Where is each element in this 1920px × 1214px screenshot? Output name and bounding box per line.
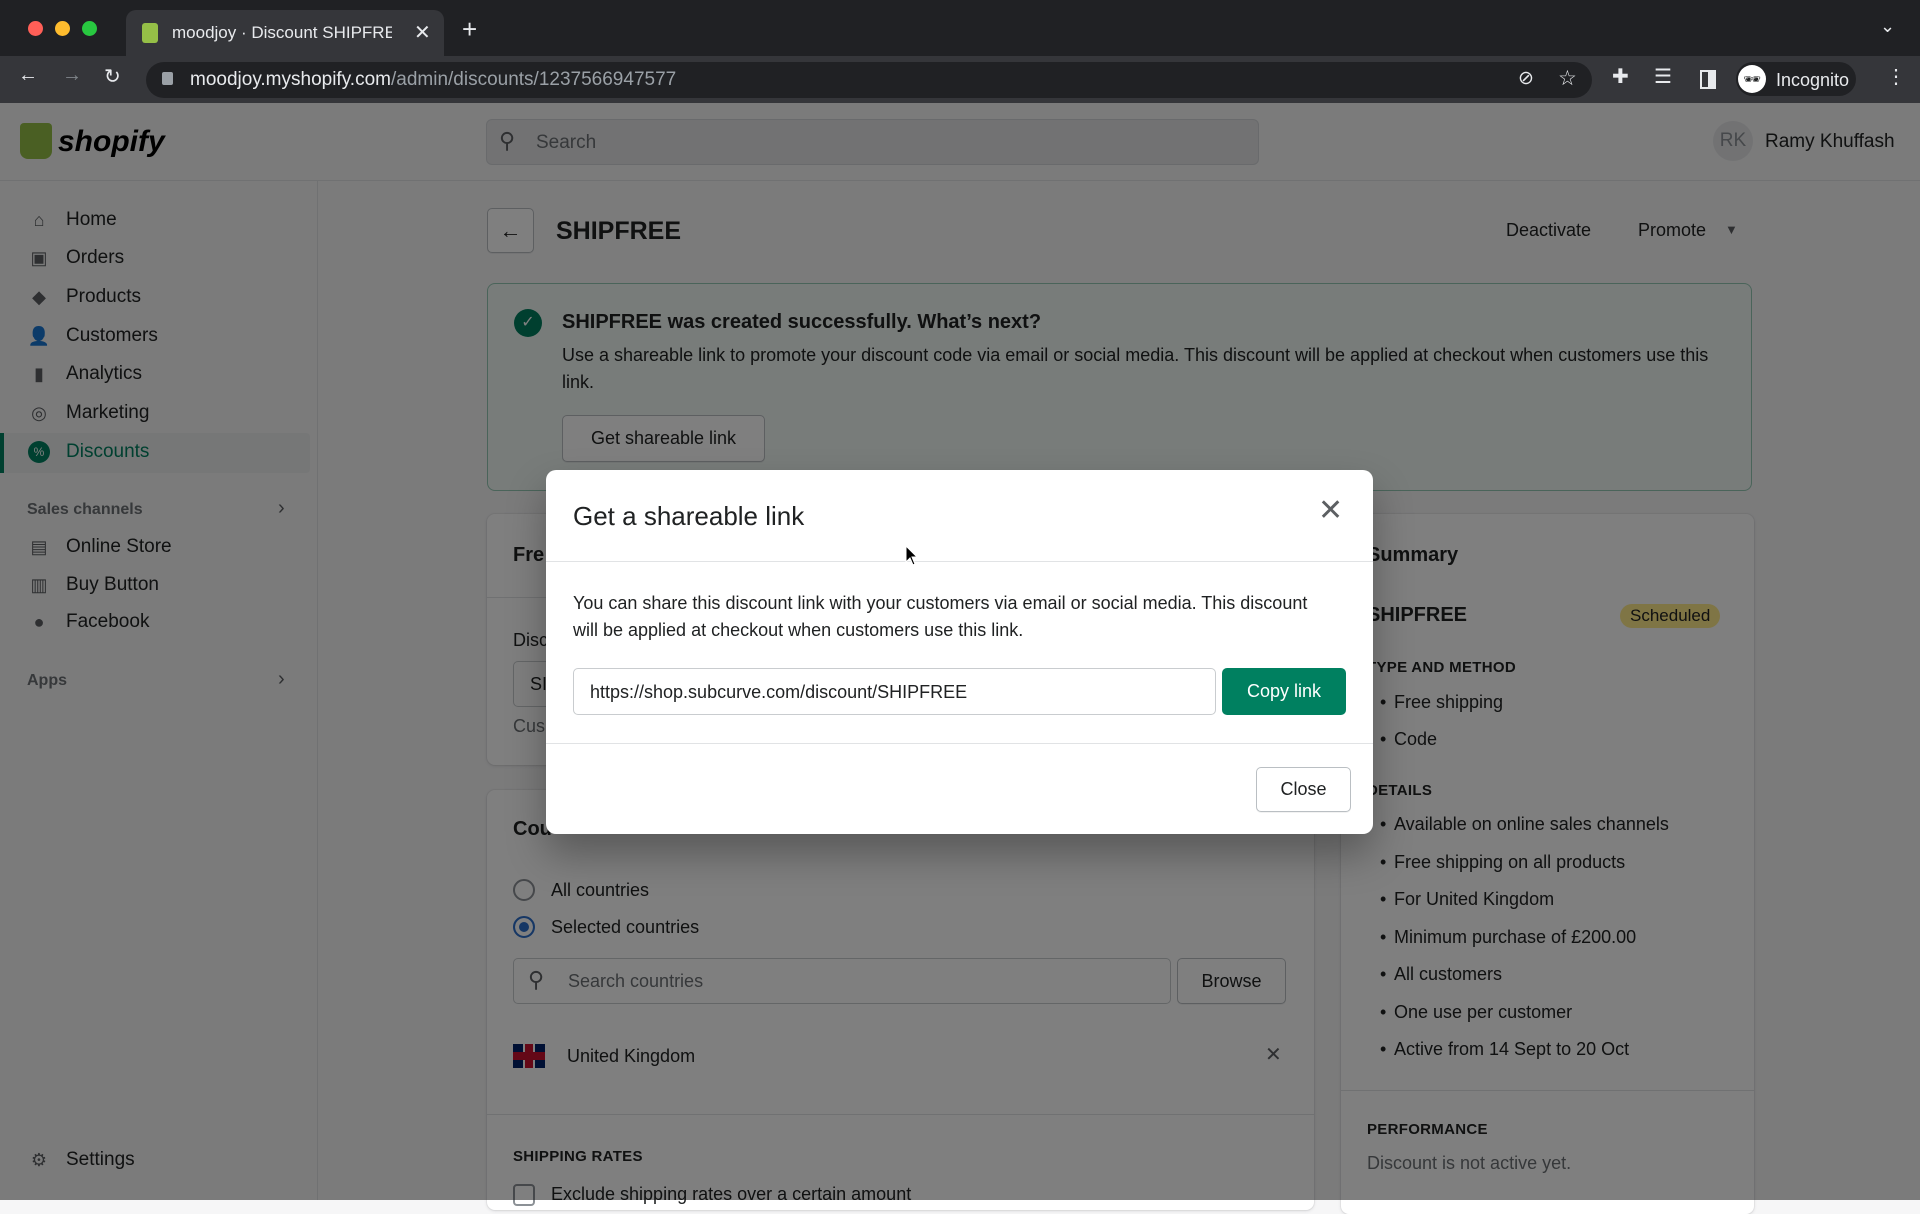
shareable-link-modal: Get a shareable link ✕ You can share thi… xyxy=(546,470,1373,834)
new-tab-icon[interactable]: + xyxy=(462,14,477,45)
maximize-window-button[interactable] xyxy=(82,21,97,36)
browser-tab[interactable]: moodjoy · Discount SHIPFREE ✕ xyxy=(126,10,444,56)
eye-off-icon[interactable]: ⊘ xyxy=(1518,67,1534,90)
url-host: moodjoy.myshopify.com xyxy=(190,69,391,90)
modal-title: Get a shareable link xyxy=(573,501,805,531)
url-bar[interactable]: moodjoy.myshopify.com/admin/discounts/12… xyxy=(146,62,1592,98)
modal-text: You can share this discount link with yo… xyxy=(573,593,1308,640)
back-icon[interactable]: ← xyxy=(18,64,38,87)
profile-button[interactable]: 🕶 Incognito xyxy=(1736,62,1856,96)
copy-link-button[interactable]: Copy link xyxy=(1222,668,1346,715)
shopify-favicon-icon xyxy=(142,23,158,43)
forward-icon[interactable]: → xyxy=(62,64,82,87)
close-icon[interactable]: ✕ xyxy=(1318,496,1343,526)
url-path: /admin/discounts/1237566947577 xyxy=(390,69,677,90)
incognito-icon: 🕶 xyxy=(1738,65,1766,93)
profile-label: Incognito xyxy=(1776,70,1850,90)
tab-list-chevron-icon[interactable]: ⌄ xyxy=(1880,16,1895,37)
tab-title: moodjoy · Discount SHIPFREE xyxy=(172,23,392,42)
browser-tab-bar: moodjoy · Discount SHIPFREE ✕ + ⌄ xyxy=(0,0,1920,56)
close-button[interactable]: Close xyxy=(1256,767,1351,812)
reload-icon[interactable]: ↻ xyxy=(104,64,121,89)
link-value: https://shop.subcurve.com/discount/SHIPF… xyxy=(590,682,968,702)
minimize-window-button[interactable] xyxy=(55,21,70,36)
media-icon[interactable]: ☰ xyxy=(1654,64,1672,89)
close-tab-icon[interactable]: ✕ xyxy=(414,20,431,45)
address-toolbar: ← → ↻ moodjoy.myshopify.com/admin/discou… xyxy=(0,56,1920,103)
shareable-link-input[interactable]: https://shop.subcurve.com/discount/SHIPF… xyxy=(573,668,1216,715)
mouse-cursor-icon xyxy=(905,545,919,566)
lock-icon xyxy=(162,72,173,85)
menu-icon[interactable]: ⋮ xyxy=(1886,64,1906,89)
extensions-icon[interactable]: ✚ xyxy=(1612,64,1629,89)
side-panel-icon[interactable] xyxy=(1700,70,1716,89)
close-window-button[interactable] xyxy=(28,21,43,36)
star-icon[interactable]: ☆ xyxy=(1558,66,1577,91)
